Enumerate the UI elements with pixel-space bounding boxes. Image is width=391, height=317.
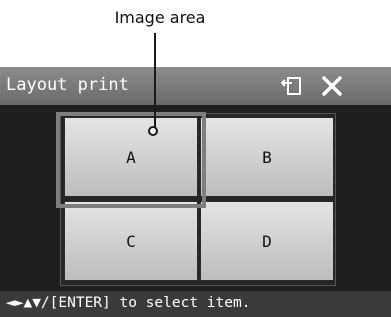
- image-cell-b[interactable]: B: [200, 117, 334, 197]
- layout-grid: A B C D: [60, 113, 336, 286]
- screen-title: Layout print: [6, 75, 129, 95]
- layout-content: A B C D: [0, 105, 391, 291]
- callout-dot: [148, 126, 158, 136]
- image-cell-a[interactable]: A: [64, 117, 198, 197]
- callout-line: [154, 33, 156, 127]
- return-icon[interactable]: [280, 75, 303, 97]
- image-area-callout-label: Image area: [114, 8, 206, 27]
- image-cell-c[interactable]: C: [64, 201, 198, 281]
- status-hint: ◄►▲▼/[ENTER] to select item.: [6, 295, 251, 311]
- status-bar: ◄►▲▼/[ENTER] to select item.: [0, 291, 391, 317]
- image-cell-d[interactable]: D: [200, 201, 334, 281]
- device-screen: Layout print A B C D ◄►▲▼/[ENTER] to sel…: [0, 67, 391, 317]
- title-bar: Layout print: [0, 67, 391, 105]
- close-icon[interactable]: [320, 74, 344, 98]
